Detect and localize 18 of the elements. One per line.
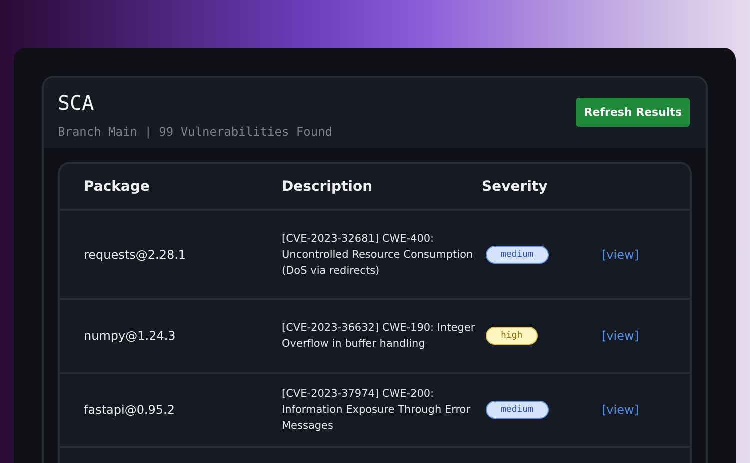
severity-badge: medium (486, 401, 549, 419)
column-header: Severity (482, 178, 549, 194)
column-header: Package (84, 178, 151, 194)
package-cell-text: fastapi@0.95.2 (84, 403, 176, 417)
refresh-button[interactable]: Refresh Results (576, 98, 690, 126)
description-cell-text: [CVE-2023-37974] CWE-200: Information Exposure Through Error Messages (282, 387, 472, 434)
page-subtitle: Branch Main | 99 Vulnerabilities Found (58, 125, 333, 139)
package-cell-text: numpy@1.24.3 (84, 329, 177, 343)
column-header: Description (282, 178, 374, 194)
view-link[interactable]: [view] (602, 329, 690, 343)
package-cell-text: requests@2.28.1 (84, 248, 188, 262)
description-cell-text: [CVE-2023-32681] CWE-400: Uncontrolled Resource Consumption (DoS via redirects) (282, 232, 474, 278)
severity-badge: medium (486, 246, 549, 264)
view-link[interactable]: [view] (602, 403, 690, 417)
severity-badge: high (486, 327, 538, 345)
page-title: SCA (58, 91, 96, 115)
view-link[interactable]: [view] (602, 248, 690, 262)
description-cell-text: [CVE-2023-36632] CWE-190: Integer Overflow in buffer handling (282, 321, 476, 352)
